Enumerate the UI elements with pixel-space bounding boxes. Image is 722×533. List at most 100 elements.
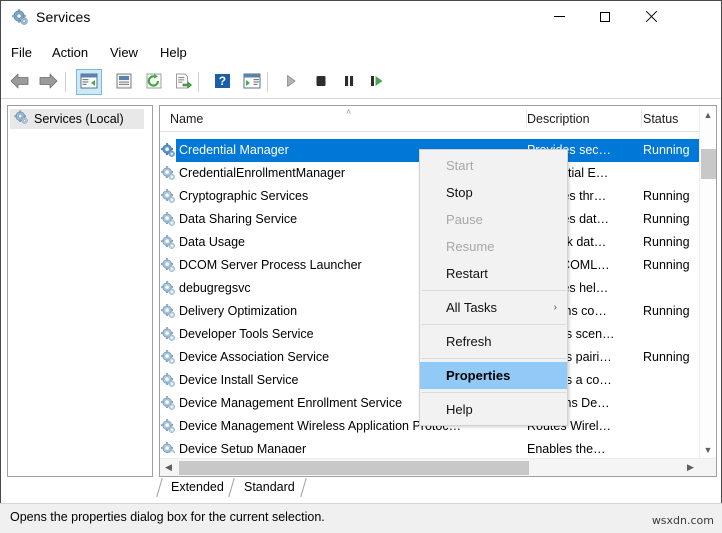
tab-extended[interactable]: Extended <box>171 477 224 498</box>
service-gear-icon <box>161 143 176 158</box>
table-row[interactable]: Device Setup Manager Enables the… <box>160 438 699 453</box>
cell-status: Running <box>643 300 690 323</box>
toolbar-separator-3 <box>267 72 268 92</box>
restart-service-button[interactable] <box>364 69 390 95</box>
context-menu-item-help[interactable]: Help <box>420 396 567 423</box>
back-arrow-icon <box>10 73 30 92</box>
cell-status: Running <box>643 208 690 231</box>
restart-icon <box>369 74 385 91</box>
service-gear-icon <box>161 212 176 227</box>
menu-help[interactable]: Help <box>154 43 193 63</box>
context-menu-separator-3 <box>421 358 566 359</box>
title-bar: Services <box>1 1 721 33</box>
context-menu[interactable]: Start Stop Pause Resume Restart All Task… <box>419 149 568 426</box>
column-header-status[interactable]: Status <box>643 106 699 131</box>
start-service-button[interactable] <box>278 69 304 95</box>
panel-right-icon <box>243 73 261 92</box>
context-menu-item-start[interactable]: Start <box>420 152 567 179</box>
tree-node-label: Services (Local) <box>34 112 124 126</box>
pause-service-button[interactable] <box>336 69 362 95</box>
tab-divider-right <box>300 478 316 497</box>
context-menu-item-all-tasks[interactable]: All Tasks › <box>420 294 567 321</box>
toolbar: ? <box>1 66 721 99</box>
close-icon <box>645 11 657 23</box>
help-button[interactable]: ? <box>209 69 235 95</box>
context-menu-separator-2 <box>421 324 566 325</box>
service-gear-icon <box>161 304 176 319</box>
stop-service-button[interactable] <box>308 69 334 95</box>
refresh-icon <box>145 73 163 92</box>
service-gear-icon <box>161 442 176 453</box>
context-menu-item-resume[interactable]: Resume <box>420 233 567 260</box>
scroll-right-button[interactable]: ▶ <box>682 459 699 476</box>
close-button[interactable] <box>628 1 674 32</box>
context-menu-item-stop[interactable]: Stop <box>420 179 567 206</box>
cell-service-name: Device Install Service <box>179 369 299 392</box>
cell-description: Enables the… <box>527 438 635 453</box>
cell-status: Running <box>643 185 690 208</box>
column-header-name-label: Name <box>170 112 203 126</box>
horizontal-scroll-thumb[interactable] <box>179 461 529 475</box>
back-button[interactable] <box>7 69 33 95</box>
show-hide-console-tree-button[interactable] <box>76 69 102 95</box>
properties-button[interactable] <box>111 69 137 95</box>
console-tree-panel: Services (Local) <box>7 105 153 477</box>
cell-status: Running <box>643 254 690 277</box>
column-header-status-label: Status <box>643 112 678 126</box>
service-gear-icon <box>161 327 176 342</box>
window-frame: Services File Action View Help <box>0 0 722 519</box>
minimize-button[interactable] <box>536 1 582 32</box>
maximize-button[interactable] <box>582 1 628 32</box>
cell-service-name: CredentialEnrollmentManager <box>179 162 345 185</box>
watermark: wsxdn.com <box>652 514 714 527</box>
list-header: ˄ Name Description Status <box>160 106 716 132</box>
maximize-icon <box>600 12 610 22</box>
tree-node-services-local[interactable]: Services (Local) <box>10 109 144 129</box>
export-list-button[interactable] <box>170 69 196 95</box>
menu-file[interactable]: File <box>5 43 38 63</box>
forward-button[interactable] <box>35 69 61 95</box>
column-header-description[interactable]: Description <box>527 106 643 131</box>
forward-arrow-icon <box>38 73 58 92</box>
scroll-up-button[interactable]: ▲ <box>700 106 716 123</box>
cell-service-name: Data Usage <box>179 231 245 254</box>
menu-view[interactable]: View <box>104 43 144 63</box>
context-menu-item-pause[interactable]: Pause <box>420 206 567 233</box>
show-action-pane-button[interactable] <box>239 69 265 95</box>
status-bar: Opens the properties dialog box for the … <box>0 503 722 533</box>
context-menu-item-properties[interactable]: Properties <box>420 362 567 389</box>
context-menu-item-restart[interactable]: Restart <box>420 260 567 287</box>
scroll-left-button[interactable]: ◀ <box>160 459 177 476</box>
horizontal-scrollbar[interactable]: ◀ ▶ <box>160 458 716 476</box>
vertical-scrollbar[interactable]: ▲ ▼ <box>699 106 716 476</box>
cell-service-name: Device Management Enrollment Service <box>179 392 402 415</box>
column-divider-2[interactable] <box>641 110 642 127</box>
status-bar-text: Opens the properties dialog box for the … <box>10 510 325 524</box>
help-icon: ? <box>214 73 231 92</box>
toolbar-separator-2 <box>198 72 199 92</box>
column-header-name[interactable]: Name <box>170 106 527 131</box>
properties-icon <box>115 73 133 92</box>
menu-action[interactable]: Action <box>46 43 94 63</box>
service-gear-icon <box>161 350 176 365</box>
service-gear-icon <box>161 396 176 411</box>
service-gear-icon <box>161 373 176 388</box>
view-tabs: Extended Standard <box>159 477 459 499</box>
chevron-right-icon: › <box>554 294 557 321</box>
context-menu-separator-1 <box>421 290 566 291</box>
panel-left-icon <box>80 73 98 92</box>
toolbar-separator-1 <box>65 72 66 92</box>
cell-service-name: Data Sharing Service <box>179 208 297 231</box>
refresh-button[interactable] <box>141 69 167 95</box>
service-gear-icon <box>161 281 176 296</box>
cell-status: Running <box>643 346 690 369</box>
context-menu-item-all-tasks-label: All Tasks <box>446 300 497 315</box>
scroll-down-button[interactable]: ▼ <box>700 441 716 458</box>
vertical-scroll-thumb[interactable] <box>701 149 716 179</box>
context-menu-separator-4 <box>421 392 566 393</box>
tab-standard[interactable]: Standard <box>244 477 295 498</box>
context-menu-item-refresh[interactable]: Refresh <box>420 328 567 355</box>
cell-service-name: DCOM Server Process Launcher <box>179 254 362 277</box>
cell-status: Running <box>643 139 690 162</box>
cell-service-name: Delivery Optimization <box>179 300 297 323</box>
